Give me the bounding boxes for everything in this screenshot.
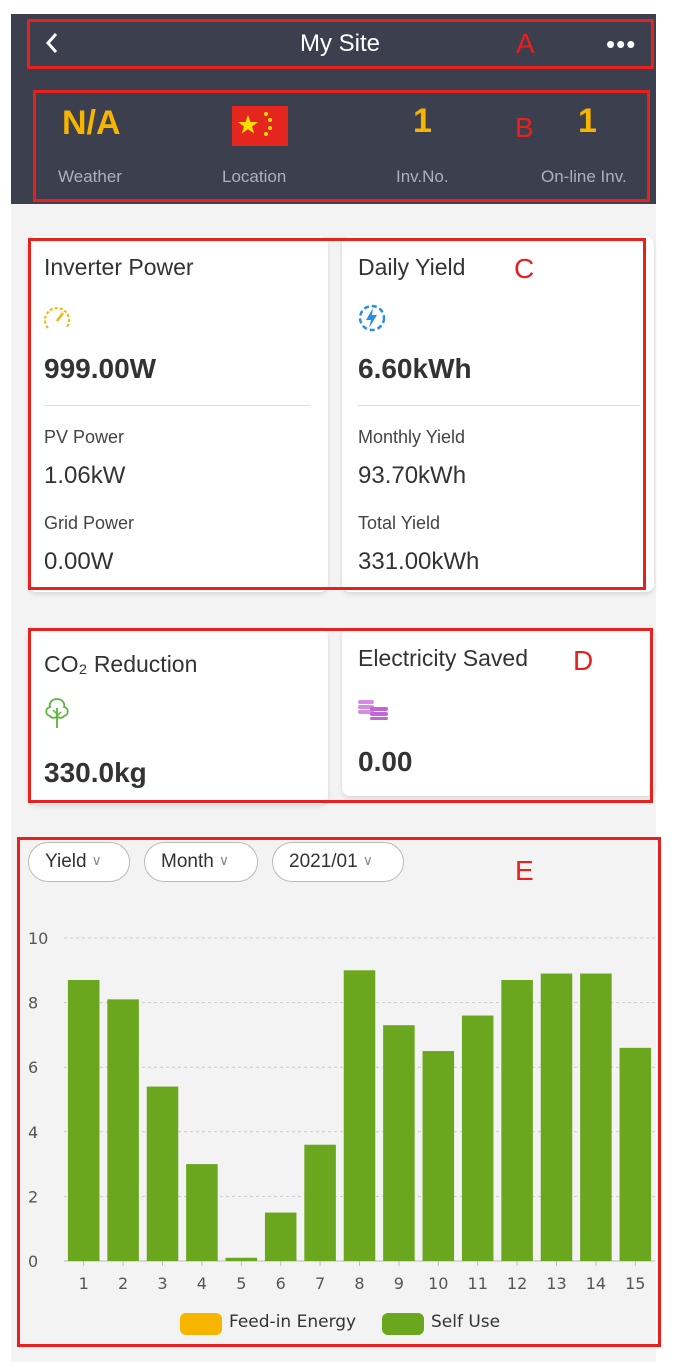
x-tick-label: 13 bbox=[546, 1274, 566, 1293]
bar-self-use[interactable] bbox=[67, 979, 100, 1261]
y-tick-label: 10 bbox=[28, 929, 48, 948]
daily-yield-card[interactable] bbox=[342, 236, 654, 592]
annotation-label-e: E bbox=[515, 855, 534, 886]
bar-self-use[interactable] bbox=[225, 1257, 258, 1261]
daily-yield-value: 6.60kWh bbox=[358, 353, 472, 384]
bar-self-use[interactable] bbox=[343, 970, 376, 1261]
divider bbox=[358, 405, 640, 406]
weather-value: N/A bbox=[62, 104, 121, 142]
legend-self-use-label: Self Use bbox=[431, 1312, 501, 1332]
legend-feed-in-swatch bbox=[180, 1313, 222, 1335]
inverter-power-card[interactable] bbox=[28, 236, 328, 592]
x-tick-label: 12 bbox=[507, 1274, 527, 1293]
yield-bar-chart: 02468101 2 3 4 5 6 7 8 9 10 11 12 13 14 15 bbox=[28, 929, 655, 1293]
co2-reduction-value: 330.0kg bbox=[44, 757, 147, 788]
co2-reduction-title: CO₂ Reduction bbox=[44, 651, 198, 677]
divider bbox=[44, 405, 310, 406]
x-tick-label: 1 bbox=[79, 1274, 89, 1293]
back-button[interactable] bbox=[42, 28, 72, 62]
type-filter-label: Yield bbox=[45, 851, 87, 872]
total-yield-value: 331.00kWh bbox=[358, 548, 480, 575]
y-tick-label: 8 bbox=[28, 994, 38, 1013]
tree-icon bbox=[42, 696, 72, 735]
bar-self-use[interactable] bbox=[501, 979, 533, 1261]
legend-feed-in-label: Feed-in Energy bbox=[229, 1312, 357, 1332]
x-tick-label: 2 bbox=[118, 1274, 128, 1293]
y-tick-label: 4 bbox=[28, 1123, 38, 1142]
x-tick-label: 11 bbox=[468, 1274, 488, 1293]
grid-power-value: 0.00W bbox=[44, 548, 114, 575]
x-tick-label: 4 bbox=[197, 1274, 207, 1293]
x-tick-label: 3 bbox=[157, 1274, 167, 1293]
more-button[interactable]: ••• bbox=[606, 30, 646, 60]
monthly-yield-value: 93.70kWh bbox=[358, 462, 467, 489]
annotation-label-a: A bbox=[516, 28, 535, 59]
bar-self-use[interactable] bbox=[186, 1164, 218, 1261]
pv-power-value: 1.06kW bbox=[44, 462, 126, 489]
lightning-circle-icon bbox=[356, 302, 388, 339]
page-title: My Site bbox=[299, 30, 380, 57]
chevron-down-icon: ∨ bbox=[218, 852, 230, 868]
electricity-saved-title: Electricity Saved bbox=[358, 645, 529, 671]
location-label: Location bbox=[222, 167, 287, 186]
y-tick-label: 6 bbox=[28, 1058, 38, 1077]
date-filter-dropdown[interactable]: 2021/01 ∨ bbox=[272, 842, 404, 882]
chevron-down-icon: ∨ bbox=[362, 852, 373, 868]
annotation-label-d: D bbox=[573, 645, 594, 676]
period-filter-label: Month bbox=[161, 851, 214, 872]
speedometer-icon bbox=[42, 304, 72, 339]
date-filter-label: 2021/01 bbox=[289, 851, 358, 872]
annotation-label-b: B bbox=[515, 112, 534, 143]
chevron-left-icon bbox=[45, 33, 58, 53]
inverter-count-label: Inv.No. bbox=[396, 167, 449, 186]
x-tick-label: 5 bbox=[236, 1274, 246, 1293]
chevron-down-icon: ∨ bbox=[91, 852, 102, 868]
total-yield-label: Total Yield bbox=[358, 513, 441, 533]
bar-self-use[interactable] bbox=[383, 1025, 415, 1261]
bar-self-use[interactable] bbox=[264, 1212, 297, 1261]
x-tick-label: 15 bbox=[625, 1274, 645, 1293]
monthly-yield-label: Monthly Yield bbox=[358, 427, 466, 447]
inverter-power-value: 999.00W bbox=[44, 353, 157, 384]
y-tick-label: 0 bbox=[28, 1252, 38, 1271]
grid-power-label: Grid Power bbox=[44, 513, 135, 533]
type-filter-dropdown[interactable]: Yield ∨ bbox=[28, 842, 130, 882]
bar-self-use[interactable] bbox=[540, 973, 573, 1261]
bar-self-use[interactable] bbox=[107, 999, 139, 1261]
bar-self-use[interactable] bbox=[580, 973, 612, 1261]
annotation-label-c: C bbox=[514, 253, 535, 284]
x-tick-label: 6 bbox=[276, 1274, 286, 1293]
coins-icon bbox=[356, 697, 390, 726]
bar-self-use[interactable] bbox=[422, 1051, 455, 1261]
y-tick-label: 2 bbox=[28, 1187, 38, 1206]
online-inverter-label: On-line Inv. bbox=[541, 167, 627, 186]
period-filter-dropdown[interactable]: Month ∨ bbox=[144, 842, 258, 882]
china-flag-icon[interactable] bbox=[232, 106, 288, 146]
bar-self-use[interactable] bbox=[461, 1015, 494, 1261]
x-tick-label: 10 bbox=[428, 1274, 448, 1293]
legend-self-use-swatch bbox=[382, 1313, 424, 1335]
inverter-power-title: Inverter Power bbox=[44, 254, 194, 280]
x-tick-label: 8 bbox=[354, 1274, 364, 1293]
electricity-saved-value: 0.00 bbox=[358, 746, 413, 777]
x-tick-label: 7 bbox=[315, 1274, 325, 1293]
weather-label: Weather bbox=[58, 167, 122, 186]
online-inverter-value: 1 bbox=[578, 102, 597, 140]
pv-power-label: PV Power bbox=[44, 427, 125, 447]
bar-self-use[interactable] bbox=[304, 1144, 336, 1261]
more-dots-icon: ••• bbox=[606, 29, 637, 59]
bar-self-use[interactable] bbox=[146, 1086, 179, 1261]
x-tick-label: 9 bbox=[394, 1274, 404, 1293]
bar-self-use[interactable] bbox=[619, 1047, 652, 1261]
inverter-count-value: 1 bbox=[413, 102, 432, 140]
daily-yield-title: Daily Yield bbox=[358, 254, 466, 280]
x-tick-label: 14 bbox=[586, 1274, 606, 1293]
